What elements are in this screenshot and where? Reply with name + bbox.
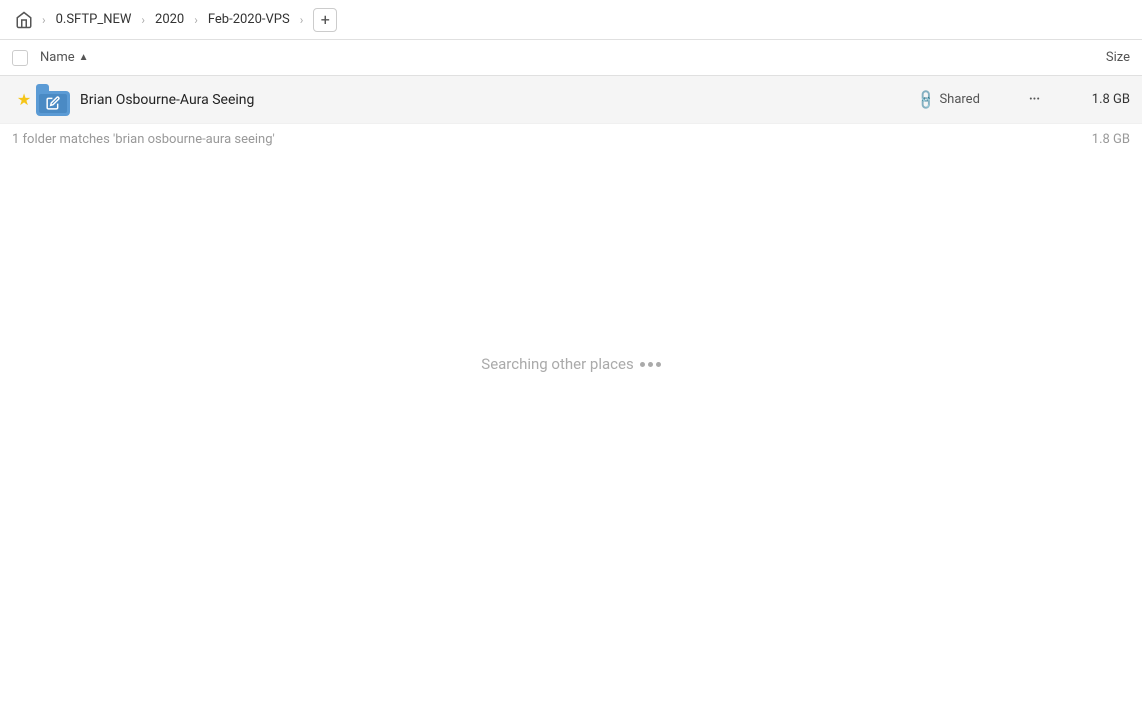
file-row[interactable]: ★ Brian Osbourne-Aura Seeing 🔗 Shared ··… bbox=[0, 76, 1142, 124]
searching-other-places: Searching other places bbox=[0, 355, 1142, 373]
size-column-header[interactable]: Size bbox=[1050, 50, 1130, 65]
separator-4: › bbox=[300, 13, 304, 27]
folder-icon bbox=[36, 82, 72, 118]
column-header: Name ▲ Size bbox=[0, 40, 1142, 76]
home-button[interactable] bbox=[12, 8, 36, 32]
file-name: Brian Osbourne-Aura Seeing bbox=[80, 92, 918, 108]
breadcrumb-item-2020[interactable]: 2020 bbox=[151, 10, 188, 29]
link-icon: 🔗 bbox=[915, 88, 939, 112]
more-options-button[interactable]: ··· bbox=[1018, 89, 1050, 110]
breadcrumb-item-feb[interactable]: Feb-2020-VPS bbox=[204, 10, 294, 29]
match-info-bar: 1 folder matches 'brian osbourne-aura se… bbox=[0, 124, 1142, 155]
sort-arrow-icon: ▲ bbox=[79, 52, 89, 63]
searching-label: Searching other places bbox=[481, 355, 633, 373]
breadcrumb-bar: › 0.SFTP_NEW › 2020 › Feb-2020-VPS › + bbox=[0, 0, 1142, 40]
shared-label: Shared bbox=[939, 92, 979, 107]
select-all-checkbox[interactable] bbox=[12, 50, 40, 66]
match-text: 1 folder matches 'brian osbourne-aura se… bbox=[12, 132, 275, 147]
loading-indicator bbox=[640, 362, 661, 367]
separator-3: › bbox=[194, 13, 198, 27]
shared-status: 🔗 Shared bbox=[918, 92, 1018, 108]
file-size: 1.8 GB bbox=[1050, 92, 1130, 107]
separator-1: › bbox=[42, 13, 46, 27]
breadcrumb-item-sftp[interactable]: 0.SFTP_NEW bbox=[52, 10, 136, 29]
separator-2: › bbox=[141, 13, 145, 27]
name-column-header[interactable]: Name ▲ bbox=[40, 50, 1050, 65]
star-button[interactable]: ★ bbox=[12, 90, 36, 109]
add-breadcrumb-button[interactable]: + bbox=[313, 8, 337, 32]
match-size: 1.8 GB bbox=[1092, 132, 1130, 147]
